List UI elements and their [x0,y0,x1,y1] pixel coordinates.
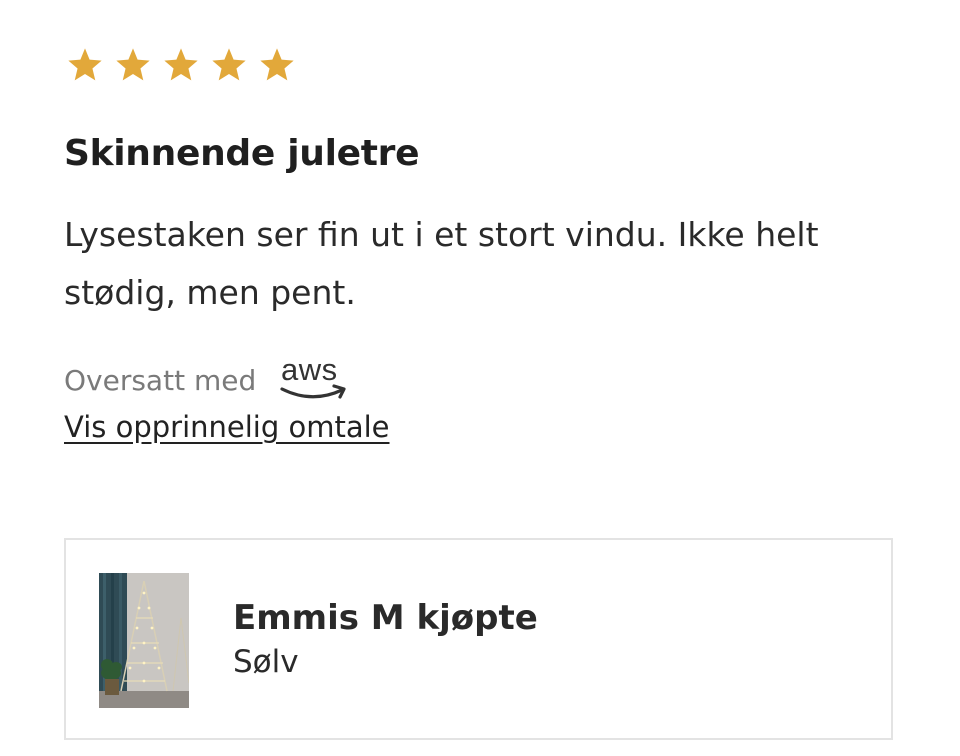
aws-logo-icon: aws [280,352,346,399]
product-thumbnail[interactable] [99,573,189,708]
translated-label: Oversatt med [64,364,257,397]
star-icon [260,48,294,81]
star-icon [68,48,102,81]
translation-notice: Oversatt med aws [64,352,354,402]
star-icon [164,48,198,81]
purchase-info: Emmis M kjøpte Sølv [64,538,893,740]
review-card: Skinnende juletre Lysestaken ser fin ut … [0,0,960,756]
star-rating [66,46,296,84]
star-icon [212,48,246,81]
star-icon [116,48,150,81]
aws-logo-text: aws [281,352,338,387]
review-body: Lysestaken ser fin ut i et stort vindu. … [64,215,819,312]
buyer-name: Emmis M kjøpte [233,598,538,638]
show-original-review-link[interactable]: Vis opprinnelig omtale [64,410,390,444]
purchased-variant: Sølv [233,644,299,680]
review-title: Skinnende juletre [64,133,420,174]
